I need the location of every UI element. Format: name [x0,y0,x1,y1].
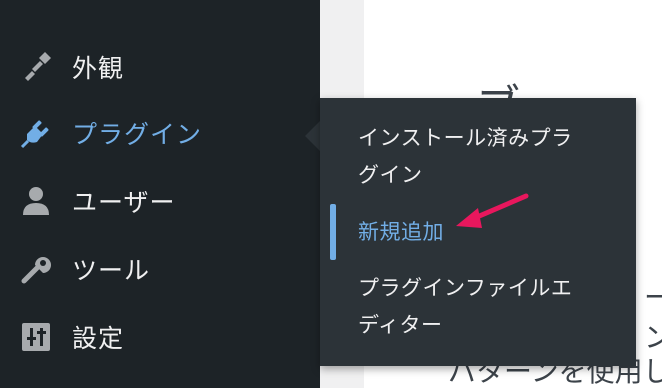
submenu-item-label: ディター [358,313,443,337]
active-item-indicator [330,204,336,260]
sidebar-item-users[interactable]: ユーザー [0,168,320,234]
sidebar-item-appearance[interactable]: 外観 [0,34,320,100]
annotation-arrow-icon [456,193,529,228]
page-text-fragment: ー [644,281,662,314]
submenu-item-label: プラグインファイルエ [358,276,573,300]
sidebar-item-label: ユーザー [72,188,176,217]
sidebar-item-label: 外観 [72,54,125,83]
submenu-item-plugin-file-editor[interactable]: プラグインファイルエ ディター [358,270,618,344]
sidebar-item-label: プラグイン [72,120,203,149]
sidebar-item-tools[interactable]: ツール [0,236,320,302]
paintbrush-icon [18,49,54,85]
flyout-pointer [305,120,321,152]
plugin-icon [18,115,54,151]
sidebar-item-label: ツール [72,256,151,285]
sidebar-item-settings[interactable]: 設定 [0,304,320,370]
submenu-item-label: インストール済みプラ [358,126,573,150]
sidebar-item-label: 設定 [72,324,125,353]
submenu-item-installed-plugins[interactable]: インストール済みプラ グイン [358,120,618,194]
admin-sidebar: 外観 プラグイン ユーザー ツール 設定 [0,0,320,388]
settings-sliders-icon [18,319,54,355]
wrench-icon [18,251,54,287]
sidebar-item-plugins[interactable]: プラグイン [0,100,320,166]
user-icon [18,183,54,219]
